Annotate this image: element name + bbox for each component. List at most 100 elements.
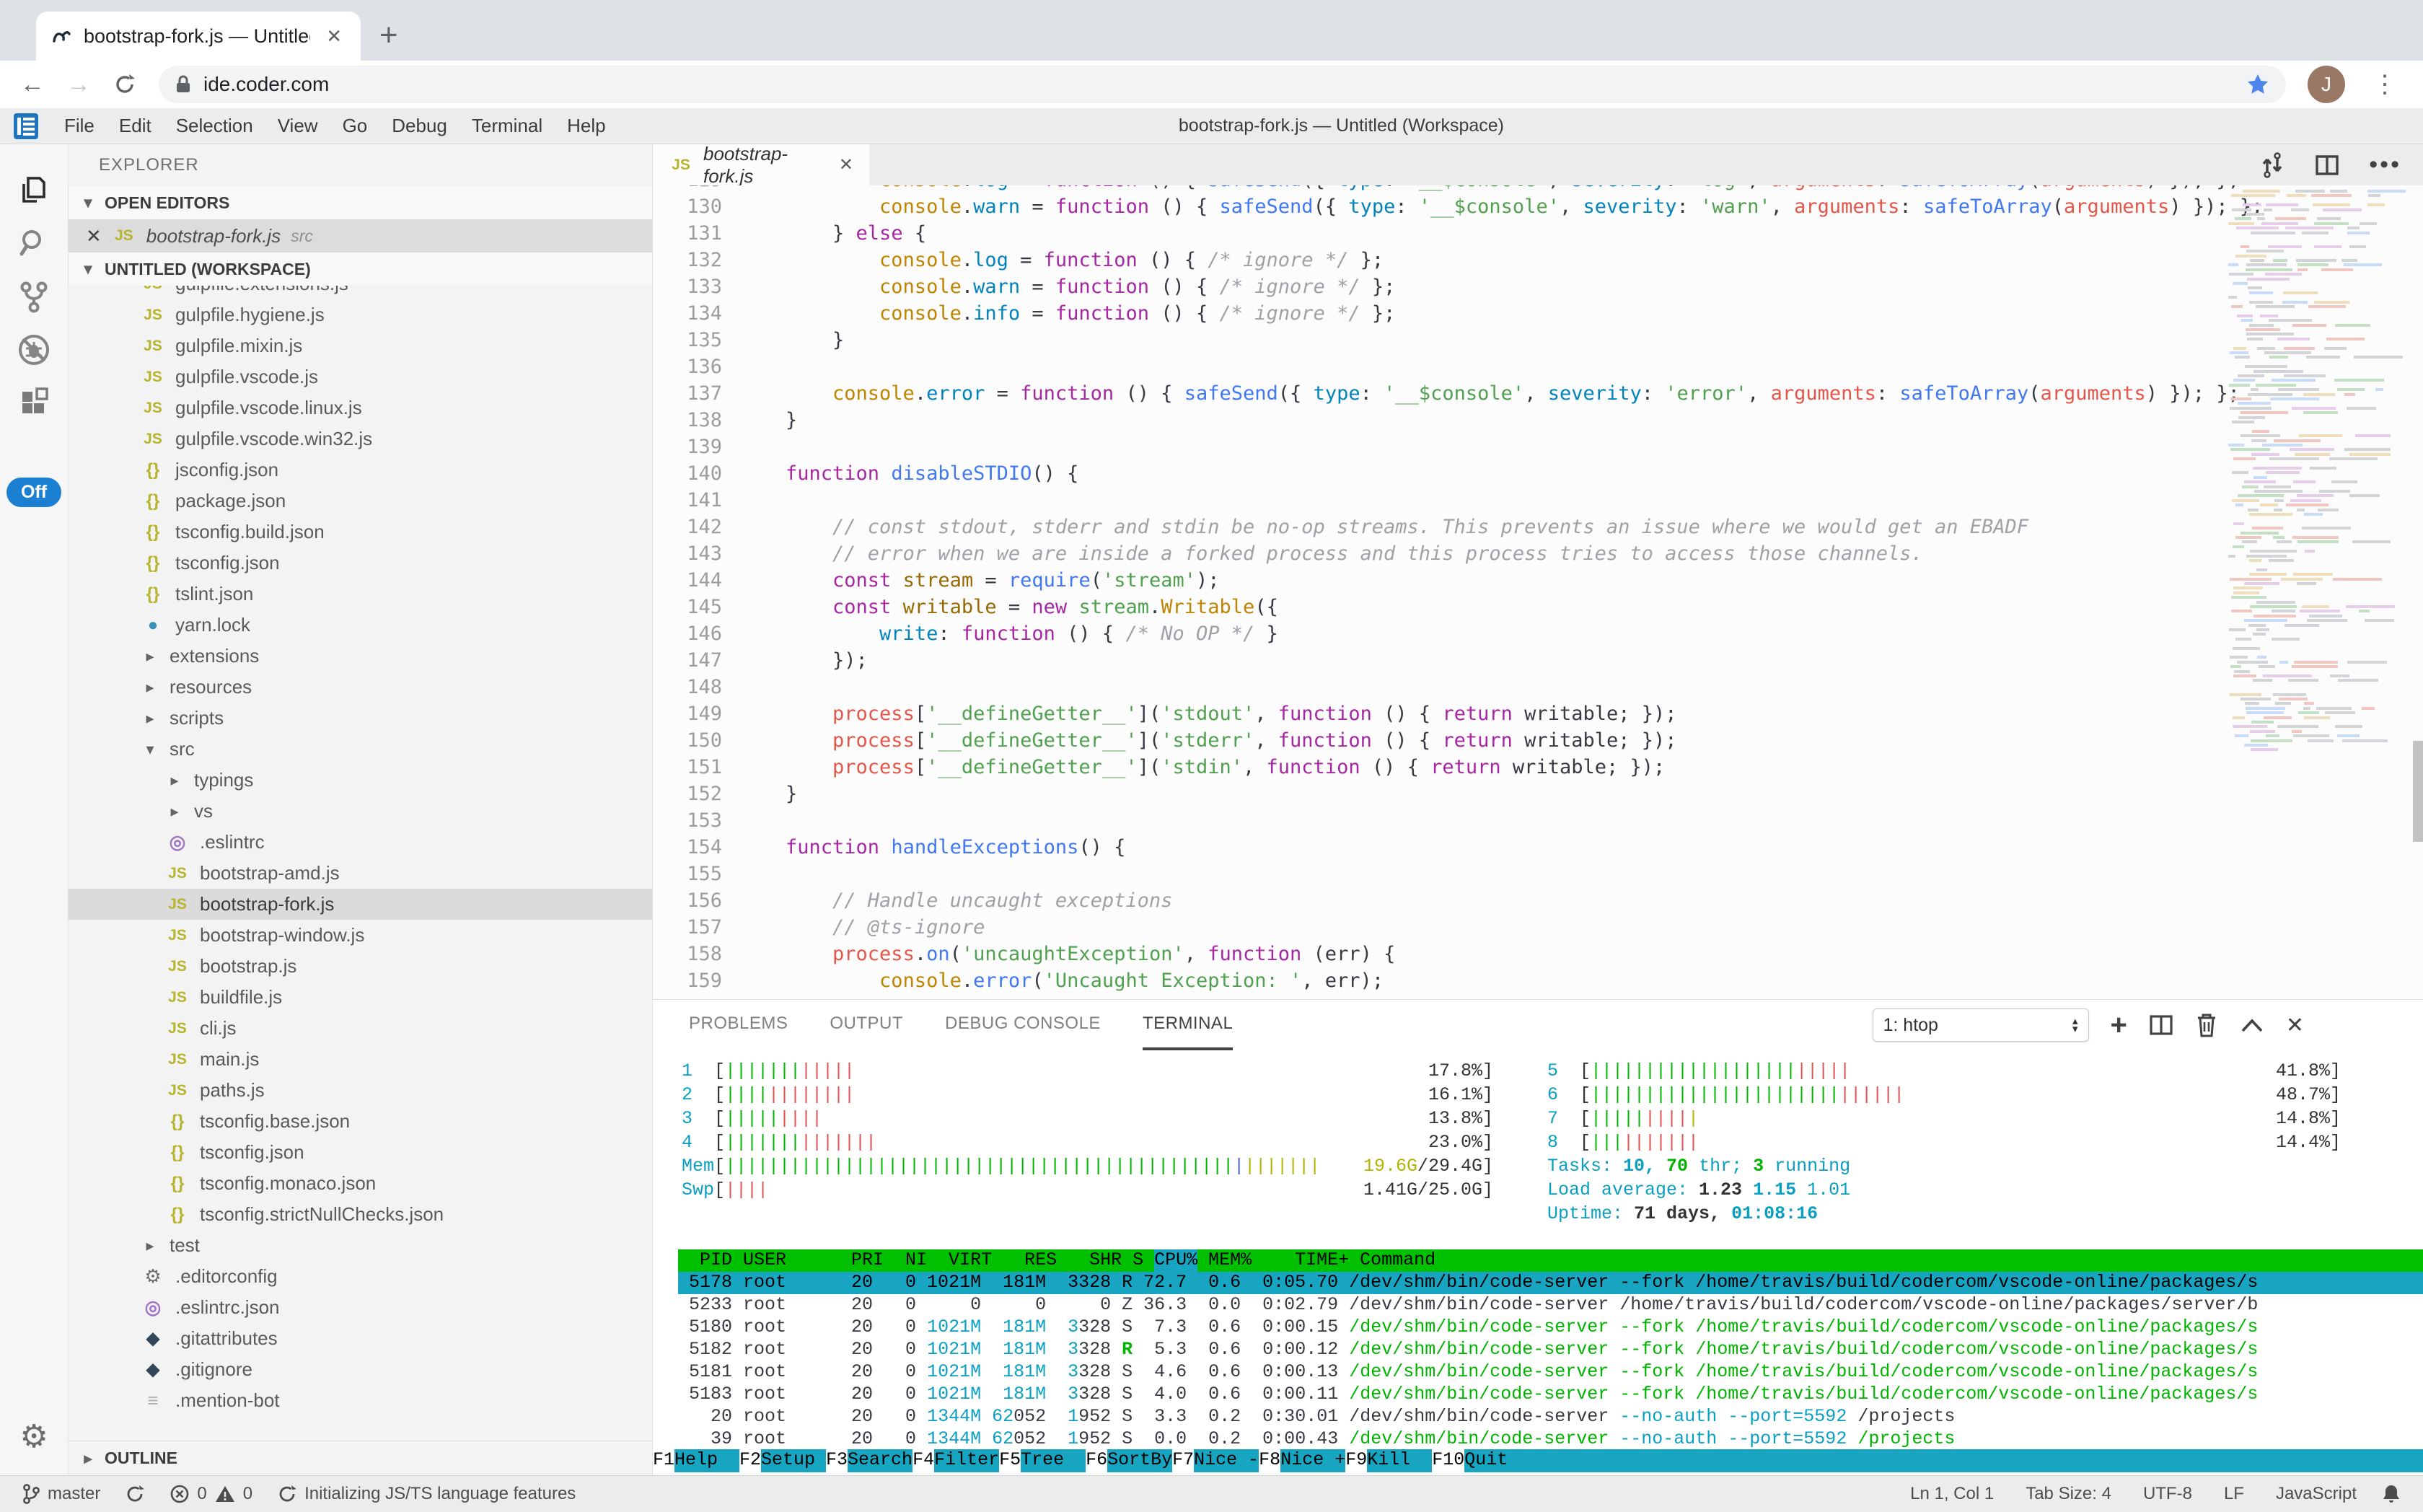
tree-item-resources[interactable]: ▸resources xyxy=(69,672,652,703)
tree-item-.editorconfig[interactable]: ⚙.editorconfig xyxy=(69,1261,652,1292)
kill-terminal-icon[interactable] xyxy=(2195,1012,2218,1038)
avatar[interactable]: J xyxy=(2308,66,2345,103)
htop-meter: 2[||||||||||||16.1%] xyxy=(682,1084,1493,1108)
maximize-panel-icon[interactable] xyxy=(2240,1016,2264,1034)
htop-process-row: 39 root 20 0 1344M 62052 1952 S 0.0 0.2 … xyxy=(678,1428,2423,1451)
menu-debug[interactable]: Debug xyxy=(379,115,459,137)
new-tab-button[interactable]: + xyxy=(379,17,398,53)
tree-item-gulpfile.vscode.js[interactable]: JSgulpfile.vscode.js xyxy=(69,361,652,392)
explorer-icon[interactable] xyxy=(0,163,69,216)
code-editor[interactable]: 129 console.log = function () { safeSend… xyxy=(653,185,2423,999)
workspace-header[interactable]: ▾ UNTITLED (WORKSPACE) xyxy=(69,252,652,286)
editor-scrollbar[interactable] xyxy=(2413,741,2423,842)
extensions-icon[interactable] xyxy=(0,377,69,430)
tree-item-gulpfile.extensions.js[interactable]: JSgulpfile.extensions.js xyxy=(69,286,652,299)
tree-item-cli.js[interactable]: JScli.js xyxy=(69,1013,652,1044)
tree-item-bootstrap.js[interactable]: JSbootstrap.js xyxy=(69,951,652,982)
panel-tab-debug-console[interactable]: DEBUG CONSOLE xyxy=(945,1000,1101,1050)
htop-meter: 1[||||||||||||17.8%] xyxy=(682,1060,1493,1084)
minimap[interactable] xyxy=(2225,185,2411,999)
tree-item-tsconfig.monaco.json[interactable]: {}tsconfig.monaco.json xyxy=(69,1168,652,1199)
forward-icon[interactable]: → xyxy=(66,71,91,99)
close-panel-icon[interactable]: ✕ xyxy=(2286,1013,2304,1038)
panel-tab-terminal[interactable]: TERMINAL xyxy=(1143,1000,1233,1050)
tree-item-src[interactable]: ▾src xyxy=(69,734,652,765)
panel-tab-output[interactable]: OUTPUT xyxy=(830,1000,903,1050)
tree-item-gulpfile.mixin.js[interactable]: JSgulpfile.mixin.js xyxy=(69,330,652,361)
menu-go[interactable]: Go xyxy=(330,115,380,137)
more-actions-icon[interactable]: ••• xyxy=(2369,151,2401,179)
tree-item-.eslintrc.json[interactable]: ◎.eslintrc.json xyxy=(69,1292,652,1323)
status-ln-1-col-1[interactable]: Ln 1, Col 1 xyxy=(1910,1484,1994,1504)
open-editor-item[interactable]: ✕ JS bootstrap-fork.js src xyxy=(69,219,652,252)
git-branch-status[interactable]: master xyxy=(22,1483,100,1505)
menu-file[interactable]: File xyxy=(52,115,107,137)
settings-gear-icon[interactable]: ⚙ xyxy=(19,1418,48,1455)
tree-item-extensions[interactable]: ▸extensions xyxy=(69,641,652,672)
editor-tab[interactable]: JS bootstrap-fork.js ✕ xyxy=(653,144,869,185)
chevron-right-icon: ▸ xyxy=(79,1449,97,1468)
status-lf[interactable]: LF xyxy=(2224,1484,2244,1504)
menu-view[interactable]: View xyxy=(265,115,330,137)
tree-item-bootstrap-window.js[interactable]: JSbootstrap-window.js xyxy=(69,920,652,951)
url-bar[interactable]: ide.coder.com xyxy=(159,66,2286,103)
tree-item-gulpfile.hygiene.js[interactable]: JSgulpfile.hygiene.js xyxy=(69,299,652,330)
bookmark-star-icon[interactable] xyxy=(2246,72,2270,97)
tree-item-paths.js[interactable]: JSpaths.js xyxy=(69,1075,652,1106)
tree-item-.mention-bot[interactable]: ≡.mention-bot xyxy=(69,1385,652,1416)
tree-item-main.js[interactable]: JSmain.js xyxy=(69,1044,652,1075)
browser-tab-close-icon[interactable]: ✕ xyxy=(322,25,346,48)
tree-item-buildfile.js[interactable]: JSbuildfile.js xyxy=(69,982,652,1013)
menu-terminal[interactable]: Terminal xyxy=(459,115,555,137)
terminal[interactable]: 1[||||||||||||17.8%]2[||||||||||||16.1%]… xyxy=(653,1050,2423,1475)
tree-item-.eslintrc[interactable]: ◎.eslintrc xyxy=(69,827,652,858)
menu-help[interactable]: Help xyxy=(555,115,617,137)
tree-item-yarn.lock[interactable]: ●yarn.lock xyxy=(69,610,652,641)
tree-item-scripts[interactable]: ▸scripts xyxy=(69,703,652,734)
terminal-select[interactable]: 1: htop ▴▾ xyxy=(1873,1008,2089,1042)
editor-tab-close-icon[interactable]: ✕ xyxy=(839,154,853,175)
tree-item-typings[interactable]: ▸typings xyxy=(69,765,652,796)
tree-item-jsconfig.json[interactable]: {}jsconfig.json xyxy=(69,454,652,485)
tree-item-test[interactable]: ▸test xyxy=(69,1230,652,1261)
tree-item-package.json[interactable]: {}package.json xyxy=(69,485,652,517)
tree-item-tsconfig.json[interactable]: {}tsconfig.json xyxy=(69,1137,652,1168)
tree-item-tsconfig.base.json[interactable]: {}tsconfig.base.json xyxy=(69,1106,652,1137)
new-terminal-icon[interactable]: + xyxy=(2111,1009,2127,1042)
status-tab-size-4[interactable]: Tab Size: 4 xyxy=(2026,1484,2111,1504)
tree-item-gulpfile.vscode.win32.js[interactable]: JSgulpfile.vscode.win32.js xyxy=(69,423,652,454)
browser-menu-icon[interactable]: ⋮ xyxy=(2367,70,2403,99)
tree-item-vs[interactable]: ▸vs xyxy=(69,796,652,827)
telemetry-off-badge[interactable]: Off xyxy=(6,478,61,507)
tree-item-.gitignore[interactable]: ◆.gitignore xyxy=(69,1354,652,1385)
bell-icon[interactable] xyxy=(2381,1483,2401,1505)
tree-item-.gitattributes[interactable]: ◆.gitattributes xyxy=(69,1323,652,1354)
debug-disabled-icon[interactable] xyxy=(0,323,69,377)
tree-item-bootstrap-fork.js[interactable]: JSbootstrap-fork.js xyxy=(69,889,652,920)
tree-item-tsconfig.strictNullChecks.json[interactable]: {}tsconfig.strictNullChecks.json xyxy=(69,1199,652,1230)
problems-status[interactable]: 0 0 xyxy=(170,1484,252,1504)
tree-item-gulpfile.vscode.linux.js[interactable]: JSgulpfile.vscode.linux.js xyxy=(69,392,652,423)
outline-header[interactable]: ▸ OUTLINE xyxy=(69,1441,652,1475)
status-javascript[interactable]: JavaScript xyxy=(2276,1484,2357,1504)
status-utf-8[interactable]: UTF-8 xyxy=(2143,1484,2192,1504)
split-terminal-icon[interactable] xyxy=(2149,1013,2173,1037)
open-editors-header[interactable]: ▾ OPEN EDITORS xyxy=(69,186,652,219)
back-icon[interactable]: ← xyxy=(20,71,45,99)
tree-item-tsconfig.build.json[interactable]: {}tsconfig.build.json xyxy=(69,517,652,548)
source-control-icon[interactable] xyxy=(0,270,69,323)
compare-changes-icon[interactable] xyxy=(2259,152,2285,178)
close-icon[interactable]: ✕ xyxy=(86,225,102,247)
tree-item-bootstrap-amd.js[interactable]: JSbootstrap-amd.js xyxy=(69,858,652,889)
panel-tab-problems[interactable]: PROBLEMS xyxy=(689,1000,788,1050)
menu-selection[interactable]: Selection xyxy=(164,115,265,137)
split-editor-icon[interactable] xyxy=(2314,152,2340,178)
tree-item-tslint.json[interactable]: {}tslint.json xyxy=(69,579,652,610)
sync-icon[interactable] xyxy=(125,1484,145,1504)
menu-edit[interactable]: Edit xyxy=(107,115,164,137)
js-file-icon: JS xyxy=(165,1020,190,1037)
tree-item-tsconfig.json[interactable]: {}tsconfig.json xyxy=(69,548,652,579)
reload-icon[interactable] xyxy=(113,72,137,97)
search-icon[interactable] xyxy=(0,216,69,270)
browser-tab[interactable]: bootstrap-fork.js — Untitled (W ✕ xyxy=(36,12,361,61)
